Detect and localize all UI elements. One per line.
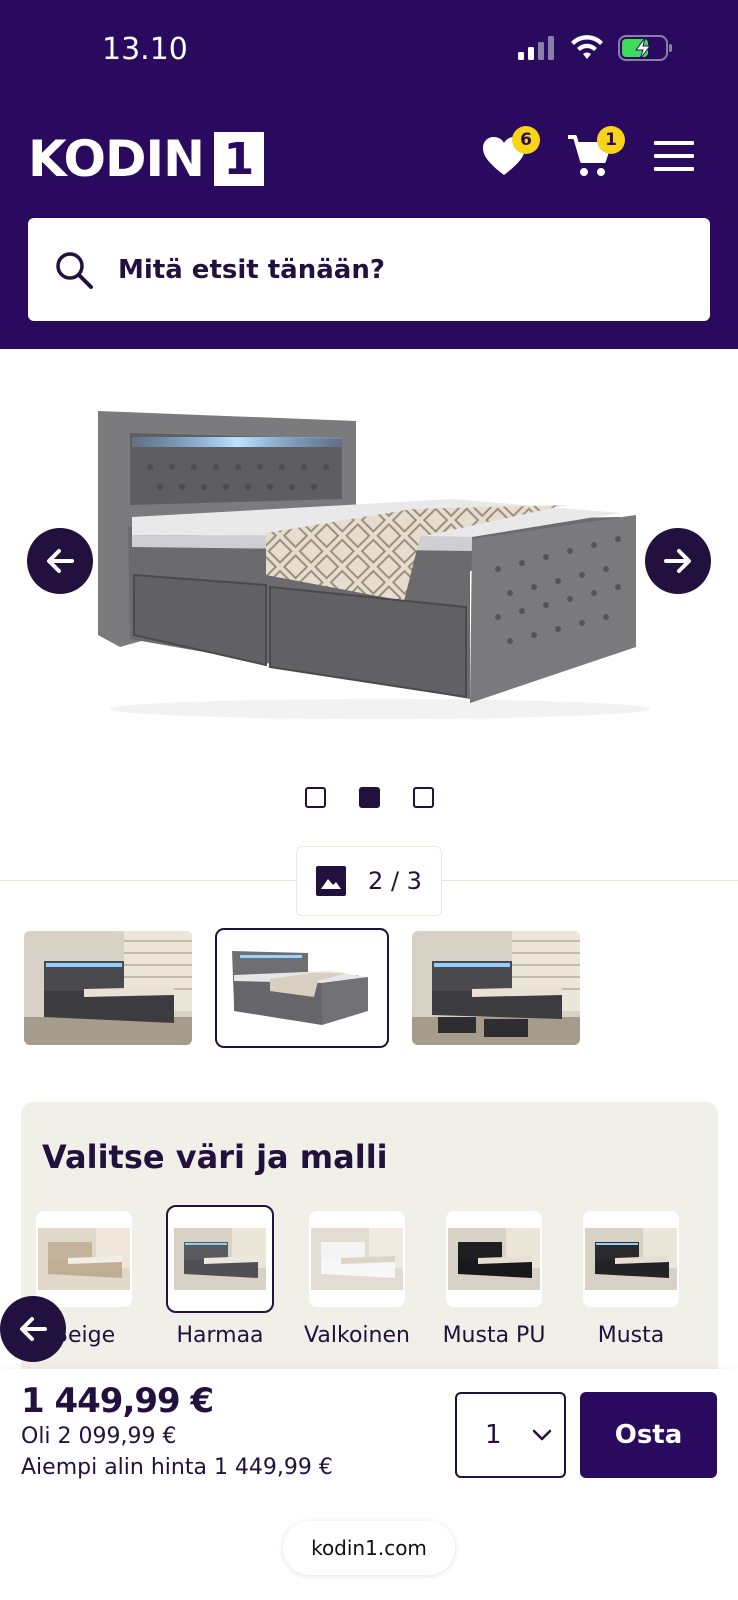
battery-charging-icon — [618, 35, 672, 61]
variant-harmaa-label: Harmaa — [176, 1323, 264, 1348]
cart-button[interactable]: 1 — [561, 126, 625, 184]
wifi-icon — [571, 35, 603, 59]
product-image-gallery[interactable] — [0, 349, 738, 769]
quantity-select[interactable]: 1 — [455, 1392, 566, 1478]
variant-musta-pu[interactable]: Musta PU — [440, 1211, 548, 1348]
variant-selector-title: Valitse väri ja malli — [42, 1138, 388, 1176]
variant-valkoinen-image — [309, 1211, 405, 1307]
bed-white-thumbnail — [311, 1228, 403, 1290]
bed-black-pu-thumbnail — [448, 1228, 540, 1290]
image-icon — [316, 866, 347, 896]
bed-product-image — [98, 411, 650, 719]
variant-musta-image — [583, 1211, 679, 1307]
thumbnail-3[interactable] — [412, 931, 580, 1045]
thumbnail-1[interactable] — [24, 931, 192, 1045]
status-icons — [518, 34, 674, 62]
site-header: 13.10 KODIN 1 6 1 Mitä etsit tänään? — [0, 0, 738, 349]
variant-harmaa[interactable]: Harmaa — [166, 1205, 274, 1348]
variant-harmaa-image — [166, 1205, 274, 1313]
wishlist-button[interactable]: 6 — [476, 126, 540, 184]
image-counter-text: 2 / 3 — [368, 867, 422, 895]
arrow-right-icon — [664, 549, 691, 573]
bed-beige-thumbnail — [38, 1228, 130, 1290]
thumbnail-studio-image — [218, 931, 386, 1045]
variant-valkoinen-label: Valkoinen — [304, 1323, 410, 1348]
pagination-dot-1[interactable] — [304, 787, 326, 808]
previous-image-button[interactable] — [27, 528, 93, 594]
arrow-left-icon — [20, 1317, 47, 1341]
bed-black-thumbnail — [585, 1228, 677, 1290]
signal-icon — [518, 36, 554, 60]
variant-musta-label: Musta — [597, 1323, 665, 1348]
variant-valkoinen[interactable]: Valkoinen — [303, 1211, 411, 1348]
browser-url-pill[interactable]: kodin1.com — [283, 1521, 455, 1575]
chevron-down-icon — [532, 1429, 551, 1441]
image-counter-button[interactable]: 2 / 3 — [296, 846, 442, 916]
search-input[interactable]: Mitä etsit tänään? — [118, 255, 385, 285]
variant-musta[interactable]: Musta — [577, 1211, 685, 1348]
logo-word: KODIN — [28, 130, 205, 188]
pagination-dot-3[interactable] — [412, 787, 434, 808]
lowest-previous-price: Aiempi alin hinta 1 449,99 € — [21, 1455, 333, 1480]
bed-grey-thumbnail — [174, 1228, 266, 1290]
hamburger-menu-icon — [654, 141, 694, 171]
logo-number: 1 — [213, 132, 264, 186]
thumbnail-room-image — [24, 931, 192, 1045]
variant-selector: Valitse väri ja malli Beige Harmaa Valko… — [21, 1102, 718, 1402]
wishlist-count-badge: 6 — [512, 126, 540, 154]
variant-beige-image — [36, 1211, 132, 1307]
variant-musta-pu-image — [446, 1211, 542, 1307]
sticky-buy-bar: 1 449,99 € Oli 2 099,99 € Aiempi alin hi… — [0, 1369, 738, 1600]
thumbnail-2[interactable] — [215, 928, 389, 1048]
old-price: Oli 2 099,99 € — [21, 1424, 177, 1449]
kodin1-logo[interactable]: KODIN 1 — [28, 132, 264, 186]
search-bar[interactable]: Mitä etsit tänään? — [28, 218, 710, 321]
cart-count-badge: 1 — [597, 126, 625, 154]
thumbnail-strip — [24, 928, 580, 1048]
back-button[interactable] — [0, 1296, 66, 1362]
quantity-value: 1 — [485, 1420, 502, 1450]
menu-button[interactable] — [646, 128, 702, 184]
variant-musta-pu-label: Musta PU — [442, 1323, 546, 1348]
status-time: 13.10 — [102, 32, 188, 67]
pagination-dot-2[interactable] — [358, 787, 380, 808]
thumbnail-drawers-image — [412, 931, 580, 1045]
arrow-left-icon — [47, 549, 74, 573]
gallery-pagination — [0, 787, 738, 808]
buy-button[interactable]: Osta — [580, 1392, 717, 1478]
search-icon — [56, 251, 93, 289]
current-price: 1 449,99 € — [21, 1381, 214, 1421]
next-image-button[interactable] — [645, 528, 711, 594]
